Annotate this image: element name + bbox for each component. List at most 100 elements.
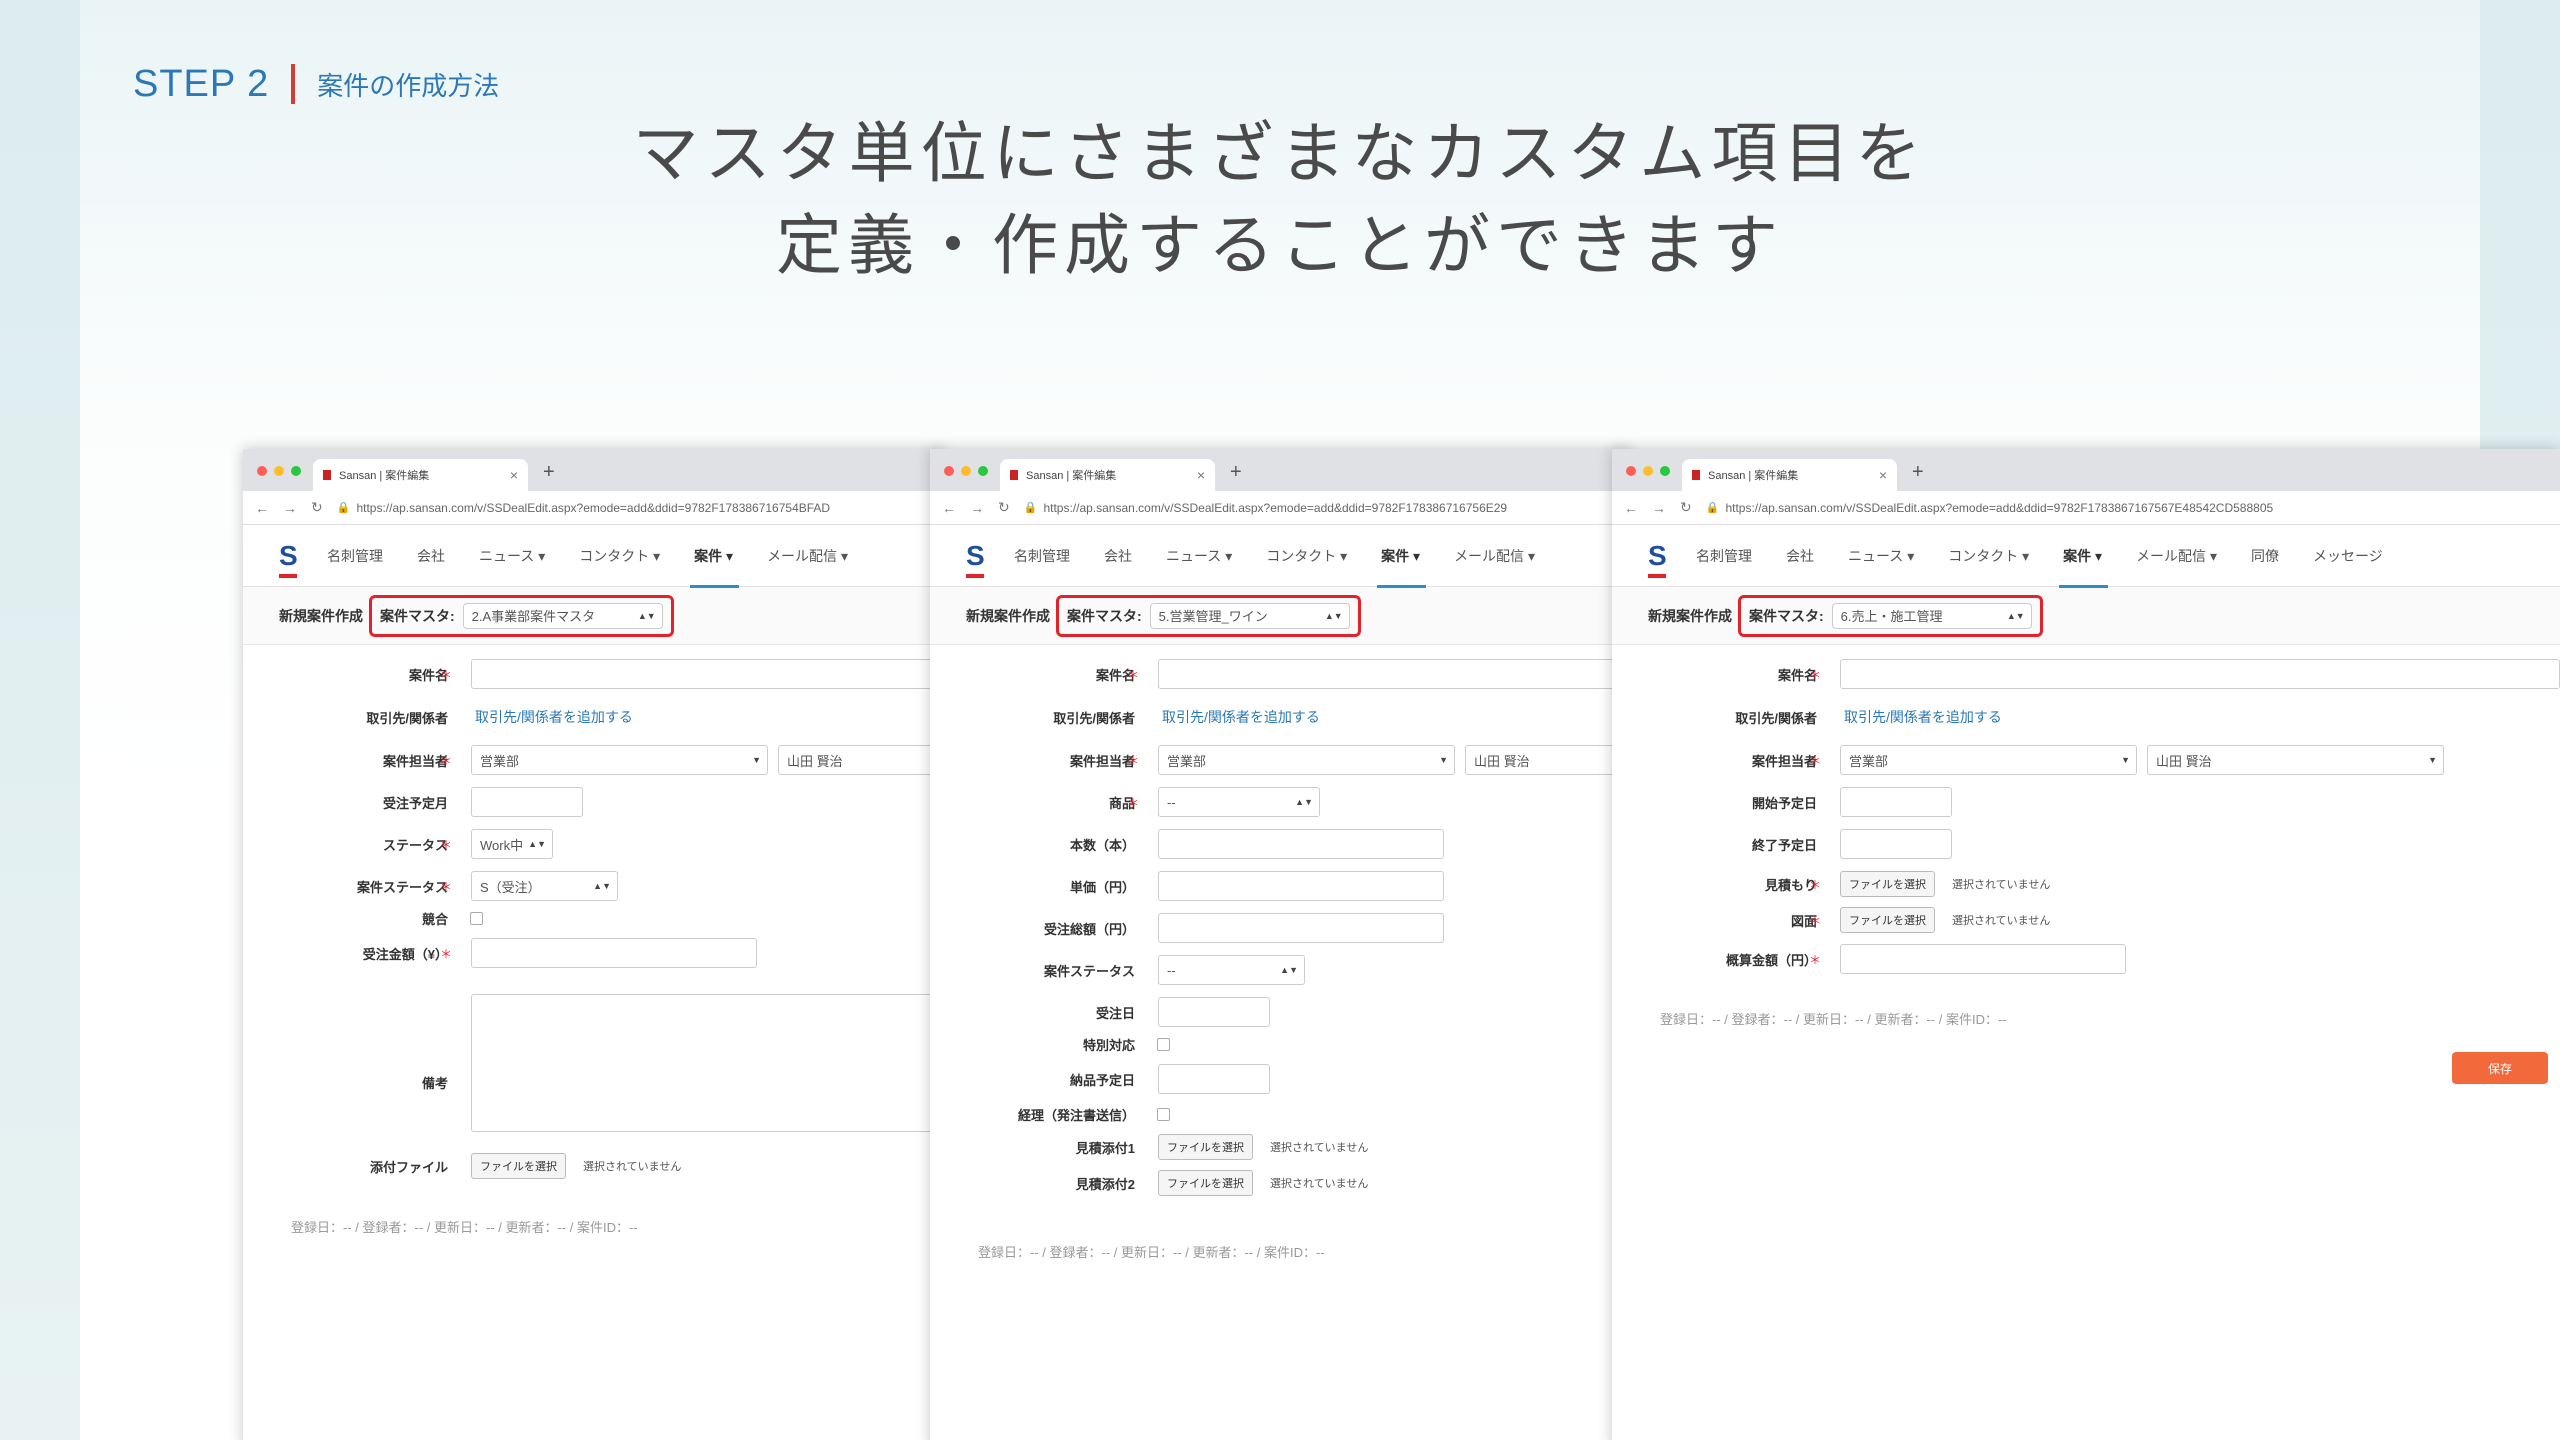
back-icon[interactable]: ← [1624,500,1638,516]
new-tab-icon[interactable]: + [1230,461,1242,484]
nav-company[interactable]: 会社 [1786,546,1814,566]
owner-person-select[interactable]: 山田 賢治 ▼ [2147,745,2444,775]
deal-name-input[interactable] [1158,659,1630,689]
meta-footer: 登録日：-- / 登録者：-- / 更新日：-- / 更新者：-- / 案件ID… [978,1245,1325,1260]
nav-deal[interactable]: 案件 ▾ [2059,546,2108,588]
sansan-logo[interactable]: S [279,540,299,578]
sansan-logo[interactable]: S [966,540,986,578]
file-select-button[interactable]: ファイルを選択 [1158,1134,1253,1160]
close-tab-icon[interactable]: × [1879,467,1887,483]
nav-news[interactable]: ニュース ▾ [479,546,545,566]
competitor-checkbox[interactable] [470,911,483,925]
deal-name-input[interactable] [1840,659,2560,689]
owner-dept-select[interactable]: 営業部 ▼ [1158,745,1455,775]
nav-card-mgmt[interactable]: 名刺管理 [327,546,383,566]
nav-card-mgmt[interactable]: 名刺管理 [1696,546,1752,566]
address-bar[interactable]: ← → ↻ 🔒 https://ap.sansan.com/v/SSDealEd… [930,491,1630,525]
product-select[interactable]: -- ▲▼ [1158,787,1320,817]
close-window-icon[interactable] [1626,466,1636,476]
forward-icon[interactable]: → [283,500,297,516]
nav-contact[interactable]: コンタクト ▾ [1266,546,1347,566]
back-icon[interactable]: ← [255,500,269,516]
nav-message[interactable]: メッセージ [2313,546,2383,566]
close-tab-icon[interactable]: × [1197,467,1205,483]
nav-mail[interactable]: メール配信 ▾ [2136,546,2217,566]
master-select[interactable]: 2.A事業部案件マスタ ▲▼ [462,602,663,629]
url-text[interactable]: https://ap.sansan.com/v/SSDealEdit.aspx?… [1043,501,1507,515]
reload-icon[interactable]: ↻ [1680,499,1692,516]
owner-dept-select[interactable]: 営業部 ▼ [471,745,768,775]
select-arrow-icon: ▲▼ [2006,610,2025,621]
address-bar[interactable]: ← → ↻ 🔒 https://ap.sansan.com/v/SSDealEd… [1612,491,2560,525]
accounting-checkbox[interactable] [1157,1107,1170,1121]
owner-person-select[interactable]: 山田 賢治 [778,745,943,775]
order-date-input[interactable] [1158,997,1270,1027]
browser-tab[interactable]: Sansan | 案件編集 × [1682,459,1897,491]
close-window-icon[interactable] [257,466,267,476]
new-tab-icon[interactable]: + [1912,461,1924,484]
required-mark: ＊ [440,879,453,894]
unit-price-input[interactable] [1158,871,1444,901]
owner-person-select[interactable]: 山田 賢治 [1465,745,1630,775]
url-text[interactable]: https://ap.sansan.com/v/SSDealEdit.aspx?… [1725,501,2273,515]
file-select-button[interactable]: ファイルを選択 [471,1153,566,1179]
nav-news[interactable]: ニュース ▾ [1166,546,1232,566]
nav-mail[interactable]: メール配信 ▾ [1454,546,1535,566]
nav-company[interactable]: 会社 [417,546,445,566]
add-partner-link[interactable]: 取引先/関係者を追加する [475,707,633,727]
nav-contact[interactable]: コンタクト ▾ [1948,546,2029,566]
deal-status-select[interactable]: -- ▲▼ [1158,955,1305,985]
nav-deal[interactable]: 案件 ▾ [690,546,739,588]
owner-dept-select[interactable]: 営業部 ▼ [1840,745,2137,775]
status-select[interactable]: Work中 ▲▼ [471,829,553,859]
remarks-textarea[interactable] [471,994,943,1132]
nav-contact[interactable]: コンタクト ▾ [579,546,660,566]
deal-name-input[interactable] [471,659,943,689]
minimize-window-icon[interactable] [1643,466,1653,476]
nav-deal[interactable]: 案件 ▾ [1377,546,1426,588]
nav-news[interactable]: ニュース ▾ [1848,546,1914,566]
label-order-month: 受注予定月 [382,795,448,811]
master-select[interactable]: 5.営業管理_ワイン ▲▼ [1149,602,1350,629]
url-text[interactable]: https://ap.sansan.com/v/SSDealEdit.aspx?… [356,501,830,515]
address-bar[interactable]: ← → ↻ 🔒 https://ap.sansan.com/v/SSDealEd… [243,491,943,525]
reload-icon[interactable]: ↻ [998,499,1010,516]
browser-tab[interactable]: Sansan | 案件編集 × [313,459,528,491]
minimize-window-icon[interactable] [274,466,284,476]
save-button[interactable]: 保存 [2452,1052,2548,1084]
order-month-input[interactable] [471,787,583,817]
maximize-window-icon[interactable] [291,466,301,476]
end-date-input[interactable] [1840,829,1952,859]
order-amount-input[interactable] [471,938,757,968]
forward-icon[interactable]: → [1652,500,1666,516]
back-icon[interactable]: ← [942,500,956,516]
approx-amount-input[interactable] [1840,944,2126,974]
maximize-window-icon[interactable] [978,466,988,476]
bottles-input[interactable] [1158,829,1444,859]
add-partner-link[interactable]: 取引先/関係者を追加する [1162,707,1320,727]
close-window-icon[interactable] [944,466,954,476]
special-checkbox[interactable] [1157,1037,1170,1051]
reload-icon[interactable]: ↻ [311,499,323,516]
add-partner-link[interactable]: 取引先/関係者を追加する [1844,707,2002,727]
browser-tab[interactable]: Sansan | 案件編集 × [1000,459,1215,491]
file-select-button[interactable]: ファイルを選択 [1840,871,1935,897]
master-select[interactable]: 6.売上・施工管理 ▲▼ [1831,602,2032,629]
delivery-input[interactable] [1158,1064,1270,1094]
close-tab-icon[interactable]: × [510,467,518,483]
file-select-button[interactable]: ファイルを選択 [1840,907,1935,933]
nav-card-mgmt[interactable]: 名刺管理 [1014,546,1070,566]
nav-mail[interactable]: メール配信 ▾ [767,546,848,566]
nav-company[interactable]: 会社 [1104,546,1132,566]
total-input[interactable] [1158,913,1444,943]
minimize-window-icon[interactable] [961,466,971,476]
forward-icon[interactable]: → [970,500,984,516]
file-select-button[interactable]: ファイルを選択 [1158,1170,1253,1196]
label-quote2: 見積添付2 [1075,1176,1135,1192]
nav-colleague[interactable]: 同僚 [2251,546,2279,566]
new-tab-icon[interactable]: + [543,461,555,484]
start-date-input[interactable] [1840,787,1952,817]
deal-status-select[interactable]: S（受注） ▲▼ [471,871,618,901]
sansan-logo[interactable]: S [1648,540,1668,578]
maximize-window-icon[interactable] [1660,466,1670,476]
